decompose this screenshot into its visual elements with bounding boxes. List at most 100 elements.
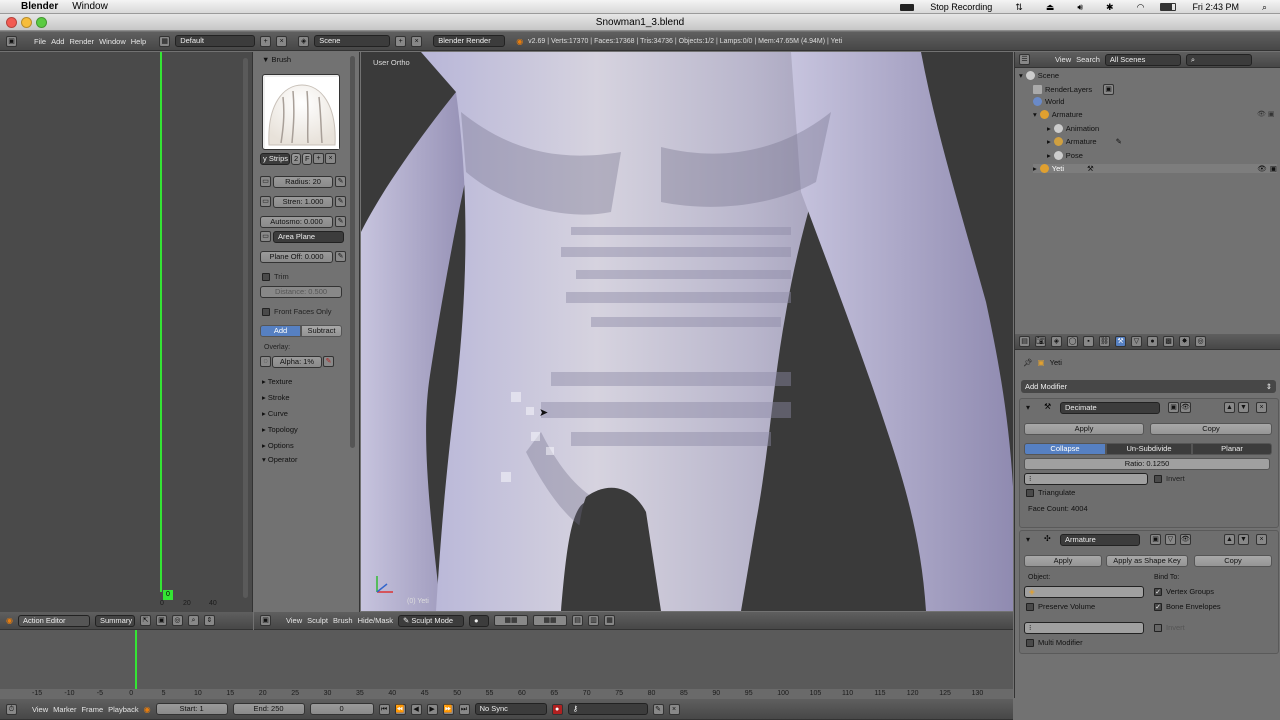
particles-tab-icon[interactable]: ✸ (1179, 336, 1190, 347)
outliner-search-field[interactable]: ⌕ (1185, 53, 1252, 66)
multi-modifier-checkbox[interactable]: Multi Modifier (1026, 638, 1083, 648)
decimate-name-field[interactable]: Decimate (1060, 402, 1160, 414)
outliner-filter-select[interactable]: All Scenes (1104, 53, 1181, 66)
shading-select[interactable]: ● (469, 614, 490, 627)
front-faces-checkbox[interactable]: Front Faces Only (262, 307, 332, 317)
texture-panel-header[interactable]: ▸ Texture (262, 377, 292, 386)
armature-move-down-icon[interactable]: ▼ (1238, 534, 1249, 545)
physics-tab-icon[interactable]: ◎ (1195, 336, 1206, 347)
delete-keyframe-icon[interactable]: × (668, 703, 680, 715)
add-screen-icon[interactable]: + (260, 35, 272, 47)
armature-render-icon[interactable]: 👁︎ (1180, 534, 1191, 545)
menu-render[interactable]: Render (69, 37, 94, 46)
unlink-brush-icon[interactable]: × (325, 153, 336, 164)
add-brush-icon[interactable]: + (313, 153, 324, 164)
screen-layout-field[interactable]: Default (175, 35, 256, 47)
pin-icon[interactable]: 📌︎ (1023, 358, 1033, 367)
modifiers-tab-icon[interactable]: ⚒ (1115, 336, 1126, 347)
view3d-editor-type-icon[interactable]: ▣ (260, 615, 271, 626)
overlay-toggle-icon[interactable]: ◌ (260, 356, 271, 367)
material-tab-icon[interactable]: ● (1147, 336, 1158, 347)
editor-type-icon[interactable]: ▣ (6, 35, 17, 47)
bone-envelopes-checkbox[interactable]: ✓ Bone Envelopes (1154, 602, 1221, 612)
triangulate-checkbox[interactable]: Triangulate (1026, 488, 1075, 498)
outliner-item[interactable]: ▾ Armature (1033, 110, 1083, 119)
select-icon[interactable]: ⇱ (139, 615, 151, 626)
render-preview-icon[interactable]: ▥ (588, 615, 600, 626)
stop-recording-label[interactable]: Stop Recording (923, 2, 999, 12)
insert-keyframe-icon[interactable]: ✎ (652, 703, 664, 715)
constraints-tab-icon[interactable]: ⛓︎ (1099, 336, 1110, 347)
world-tab-icon[interactable]: ◯ (1067, 336, 1078, 347)
summary-toggle[interactable]: Summary (94, 614, 135, 627)
trim-checkbox[interactable]: Trim (262, 272, 289, 282)
volume-icon[interactable]: 🔊︎ (1070, 2, 1090, 13)
plane-offset-field[interactable]: Plane Off: 0.000 (260, 251, 333, 263)
viewport-menu-view[interactable]: View (286, 616, 302, 625)
eject-icon[interactable]: ⏏ (1039, 2, 1062, 13)
layers-icon[interactable]: ▦▦ (494, 615, 529, 626)
viewport-menu-hide-mask[interactable]: Hide/Mask (358, 616, 393, 625)
brush-name-field[interactable]: y Strips (260, 153, 290, 165)
timeline-menu-marker[interactable]: Marker (53, 705, 76, 714)
graph-scrollbar[interactable] (243, 58, 248, 598)
next-key-icon[interactable]: ⏩ (442, 703, 454, 715)
start-frame-field[interactable]: Start: 1 (155, 703, 228, 715)
outliner-item[interactable]: RenderLayers ▣ (1033, 84, 1115, 95)
timeline-editor-type-icon[interactable]: ⏱︎ (6, 703, 17, 715)
decimate-move-up-icon[interactable]: ▲ (1224, 402, 1235, 413)
viewport-menu-sculpt[interactable]: Sculpt (307, 616, 328, 625)
app-menu[interactable]: Blender (14, 1, 65, 12)
render-layer-toggle-icon[interactable]: ▣ (1103, 84, 1115, 95)
battery-icon[interactable] (1160, 3, 1177, 11)
render-tab-icon[interactable]: 📷︎ (1035, 336, 1046, 347)
alpha-field[interactable]: Alpha: 1% (272, 356, 322, 368)
add-direction-button[interactable]: Add (260, 325, 301, 337)
visibility-eye-icon[interactable]: 👁︎ (1257, 164, 1267, 173)
bluetooth-icon[interactable]: ✱ (1099, 2, 1121, 13)
menu-window[interactable]: Window (99, 37, 126, 46)
decimate-editmode-icon[interactable]: ▣ (1168, 402, 1179, 413)
current-frame-field[interactable]: 0 (309, 703, 374, 715)
restrict-render-icon[interactable]: ▣ (1270, 164, 1277, 173)
decimate-invert-check-icon[interactable] (1154, 475, 1162, 484)
lock-camera-icon[interactable]: ▤ (572, 615, 584, 626)
auto-keyframe-icon[interactable]: ● (551, 703, 563, 715)
radius-field[interactable]: Radius: 20 (273, 176, 333, 188)
3d-viewport[interactable]: User Ortho (0) Yeti ➤ (361, 52, 1013, 611)
brush-fake-user-button[interactable]: F (302, 153, 312, 165)
only-selected-icon[interactable]: ▣ (155, 615, 167, 626)
collapse-panel-icon[interactable]: ▾ (1026, 535, 1030, 544)
show-hidden-icon[interactable]: ◎ (171, 615, 183, 626)
sculpt-plane-select[interactable]: Area Plane (273, 231, 344, 243)
remove-screen-icon[interactable]: × (276, 35, 288, 47)
jump-end-icon[interactable]: ⏭ (458, 703, 470, 715)
play-icon[interactable]: ▶ (426, 703, 438, 715)
outliner-item[interactable]: World (1033, 97, 1064, 106)
bone-envelopes-check-icon[interactable]: ✓ (1154, 603, 1162, 612)
data-tab-icon[interactable]: ▽ (1131, 336, 1142, 347)
play-reverse-icon[interactable]: ◀ (410, 703, 422, 715)
remove-scene-icon[interactable]: × (411, 35, 423, 47)
trim-check-icon[interactable] (262, 273, 270, 282)
brush-preview[interactable] (262, 74, 340, 150)
graph-editor[interactable]: 0 0 20 40 (0, 52, 253, 612)
properties-editor-type-icon[interactable]: ▤ (1019, 336, 1030, 347)
menu-help[interactable]: Help (131, 37, 146, 46)
armature-cage-icon[interactable]: ▽ (1165, 534, 1176, 545)
jump-start-icon[interactable]: ⏮ (378, 703, 390, 715)
prev-key-icon[interactable]: ⏪ (394, 703, 406, 715)
scene-tab-icon[interactable]: ◈ (1051, 336, 1062, 347)
armature-apply-shape-button[interactable]: Apply as Shape Key (1106, 555, 1188, 567)
close-window-icon[interactable] (6, 17, 17, 28)
action-editor-mode-select[interactable]: Action Editor (17, 614, 90, 627)
minimize-window-icon[interactable] (21, 17, 32, 28)
overlay-brush-icon[interactable]: ✎ (323, 356, 334, 367)
decimate-render-icon[interactable]: 👁︎ (1180, 402, 1191, 413)
decimate-tab-collapse[interactable]: Collapse (1024, 443, 1106, 455)
vertex-groups-checkbox[interactable]: ✓ Vertex Groups (1154, 587, 1214, 597)
decimate-invert-checkbox[interactable]: Invert (1154, 474, 1185, 484)
outliner-editor-type-icon[interactable]: ☰ (1019, 54, 1030, 65)
topology-panel-header[interactable]: ▸ Topology (262, 425, 298, 434)
subtract-direction-button[interactable]: Subtract (301, 325, 342, 337)
